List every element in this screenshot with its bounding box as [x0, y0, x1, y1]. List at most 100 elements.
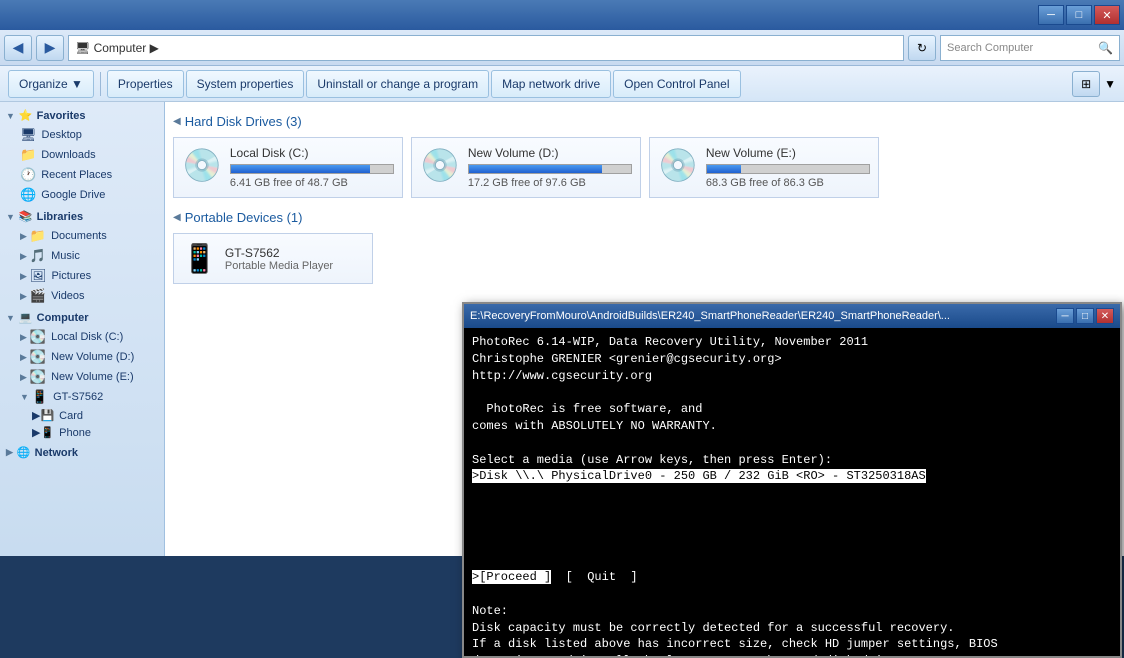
toolbar-separator	[100, 72, 101, 96]
computer-section: ▼ 💻 Computer ▶ 💽 Local Disk (C:) ▶ 💽 New…	[0, 308, 164, 441]
sidebar-item-music[interactable]: ▶ 🎵 Music	[0, 246, 164, 266]
search-box[interactable]: Search Computer 🔍	[940, 35, 1120, 61]
sidebar-item-desktop-label: Desktop	[42, 129, 82, 141]
libraries-section: ▼ 📚 Libraries ▶ 📁 Documents ▶ 🎵 Music ▶ …	[0, 207, 164, 306]
new-volume-e-icon: 💽	[30, 369, 46, 385]
sidebar: ▼ ⭐ Favorites 🖥 Desktop 📁 Downloads 🕐 Re…	[0, 102, 165, 556]
view-dropdown-icon[interactable]: ▼	[1104, 77, 1116, 91]
uninstall-button[interactable]: Uninstall or change a program	[306, 70, 489, 98]
computer-header[interactable]: ▼ 💻 Computer	[0, 308, 164, 327]
sidebar-item-downloads[interactable]: 📁 Downloads	[0, 145, 164, 165]
libraries-header[interactable]: ▼ 📚 Libraries	[0, 207, 164, 226]
path-computer: Computer	[94, 41, 147, 55]
sidebar-item-phone[interactable]: ▶ 📱 Phone	[0, 424, 164, 441]
local-disk-c-icon: 💽	[30, 329, 46, 345]
back-button[interactable]: ◀	[4, 35, 32, 61]
search-icon: 🔍	[1098, 41, 1113, 55]
disk-tile-e[interactable]: 💿 New Volume (E:) 68.3 GB free of 86.3 G…	[649, 137, 879, 198]
folder-icon: 🖥	[75, 41, 90, 55]
disk-e-info: New Volume (E:) 68.3 GB free of 86.3 GB	[706, 146, 870, 189]
terminal-close-button[interactable]: ✕	[1096, 308, 1114, 324]
sidebar-item-card-label: Card	[59, 410, 83, 422]
network-header[interactable]: ▶ 🌐 Network	[0, 443, 164, 462]
sidebar-item-new-volume-e[interactable]: ▶ 💽 New Volume (E:)	[0, 367, 164, 387]
device-gt-s7562-icon: 📱	[182, 242, 217, 275]
disk-c-icon: 💿	[182, 146, 222, 184]
sidebar-item-google-drive[interactable]: 🌐 Google Drive	[0, 185, 164, 205]
favorites-expand-icon: ▼	[6, 111, 15, 121]
sidebar-item-new-volume-d[interactable]: ▶ 💽 New Volume (D:)	[0, 347, 164, 367]
terminal-selected-disk: >Disk \\.\ PhysicalDrive0 - 250 GB / 232…	[472, 469, 926, 483]
sidebar-item-documents[interactable]: ▶ 📁 Documents	[0, 226, 164, 246]
organize-button[interactable]: Organize ▼	[8, 70, 94, 98]
sidebar-item-card[interactable]: ▶ 💾 Card	[0, 407, 164, 424]
disk-d-icon: 💿	[420, 146, 460, 184]
close-button[interactable]: ✕	[1094, 5, 1120, 25]
network-icon: 🌐	[17, 446, 31, 459]
sidebar-item-phone-label: Phone	[59, 427, 91, 439]
address-path-box[interactable]: 🖥 Computer ▶	[68, 35, 904, 61]
terminal-proceed-button[interactable]: >[Proceed ]	[472, 570, 551, 584]
sidebar-item-gt-s7562-label: GT-S7562	[53, 391, 103, 403]
disk-d-bar-fill	[469, 165, 602, 173]
open-control-panel-button[interactable]: Open Control Panel	[613, 70, 740, 98]
desktop-icon: 🖥	[20, 127, 37, 143]
system-properties-button[interactable]: System properties	[186, 70, 305, 98]
disk-tile-c[interactable]: 💿 Local Disk (C:) 6.41 GB free of 48.7 G…	[173, 137, 403, 198]
sidebar-item-new-volume-d-label: New Volume (D:)	[51, 351, 134, 363]
network-expand-icon: ▶	[6, 447, 13, 458]
minimize-button[interactable]: ─	[1038, 5, 1064, 25]
disk-tile-d[interactable]: 💿 New Volume (D:) 17.2 GB free of 97.6 G…	[411, 137, 641, 198]
sidebar-item-pictures[interactable]: ▶ 🖼 Pictures	[0, 266, 164, 286]
device-tile-gt-s7562[interactable]: 📱 GT-S7562 Portable Media Player	[173, 233, 373, 284]
phone-arrow: ▶	[32, 426, 40, 439]
portable-devices-header: ◀ Portable Devices (1)	[173, 210, 1116, 225]
maximize-button[interactable]: □	[1066, 5, 1092, 25]
properties-button[interactable]: Properties	[107, 70, 184, 98]
new-volume-e-arrow: ▶	[20, 372, 27, 383]
computer-icon: 💻	[19, 311, 33, 324]
favorites-star-icon: ⭐	[19, 109, 33, 122]
terminal-body[interactable]: PhotoRec 6.14-WIP, Data Recovery Utility…	[464, 328, 1120, 656]
downloads-folder-icon: 📁	[20, 147, 36, 163]
disk-d-name: New Volume (D:)	[468, 146, 632, 160]
new-volume-d-arrow: ▶	[20, 352, 27, 363]
forward-button[interactable]: ▶	[36, 35, 64, 61]
sidebar-item-desktop[interactable]: 🖥 Desktop	[0, 125, 164, 145]
libraries-label: Libraries	[37, 211, 83, 223]
hard-disk-drives-title: Hard Disk Drives (3)	[185, 114, 302, 129]
pd-collapse-icon[interactable]: ◀	[173, 212, 181, 223]
pictures-arrow: ▶	[20, 271, 27, 282]
disk-c-name: Local Disk (C:)	[230, 146, 394, 160]
sidebar-item-recent-places[interactable]: 🕐 Recent Places	[0, 165, 164, 185]
sidebar-item-gt-s7562[interactable]: ▼ 📱 GT-S7562	[0, 387, 164, 407]
hdd-collapse-icon[interactable]: ◀	[173, 116, 181, 127]
disk-c-bar-fill	[231, 165, 370, 173]
terminal-minimize-button[interactable]: ─	[1056, 308, 1074, 324]
documents-arrow: ▶	[20, 231, 27, 242]
terminal-note: Note: Disk capacity must be correctly de…	[472, 604, 998, 656]
refresh-button[interactable]: ↻	[908, 35, 936, 61]
terminal-maximize-button[interactable]: □	[1076, 308, 1094, 324]
pictures-icon: 🖼	[30, 268, 47, 284]
favorites-header[interactable]: ▼ ⭐ Favorites	[0, 106, 164, 125]
terminal-proceed-line[interactable]: >[Proceed ] [ Quit ]	[472, 570, 638, 584]
sidebar-item-local-disk-c[interactable]: ▶ 💽 Local Disk (C:)	[0, 327, 164, 347]
view-options-button[interactable]: ⊞	[1072, 71, 1100, 97]
disk-e-name: New Volume (E:)	[706, 146, 870, 160]
address-bar: ◀ ▶ 🖥 Computer ▶ ↻ Search Computer 🔍	[0, 30, 1124, 66]
main-layout: ▼ ⭐ Favorites 🖥 Desktop 📁 Downloads 🕐 Re…	[0, 102, 1124, 556]
device-gt-s7562-info: GT-S7562 Portable Media Player	[225, 246, 333, 272]
terminal-window-controls: ─ □ ✕	[1056, 308, 1114, 324]
sidebar-item-downloads-label: Downloads	[41, 149, 95, 161]
disk-c-info: Local Disk (C:) 6.41 GB free of 48.7 GB	[230, 146, 394, 189]
card-arrow: ▶	[32, 409, 40, 422]
map-network-button[interactable]: Map network drive	[491, 70, 611, 98]
network-label: Network	[35, 447, 78, 459]
window-controls: ─ □ ✕	[1038, 5, 1120, 25]
terminal-line-1: PhotoRec 6.14-WIP, Data Recovery Utility…	[472, 335, 868, 467]
disk-e-bar-fill	[707, 165, 741, 173]
disk-e-free: 68.3 GB free of 86.3 GB	[706, 177, 870, 189]
sidebar-item-videos-label: Videos	[51, 290, 84, 302]
sidebar-item-videos[interactable]: ▶ 🎬 Videos	[0, 286, 164, 306]
